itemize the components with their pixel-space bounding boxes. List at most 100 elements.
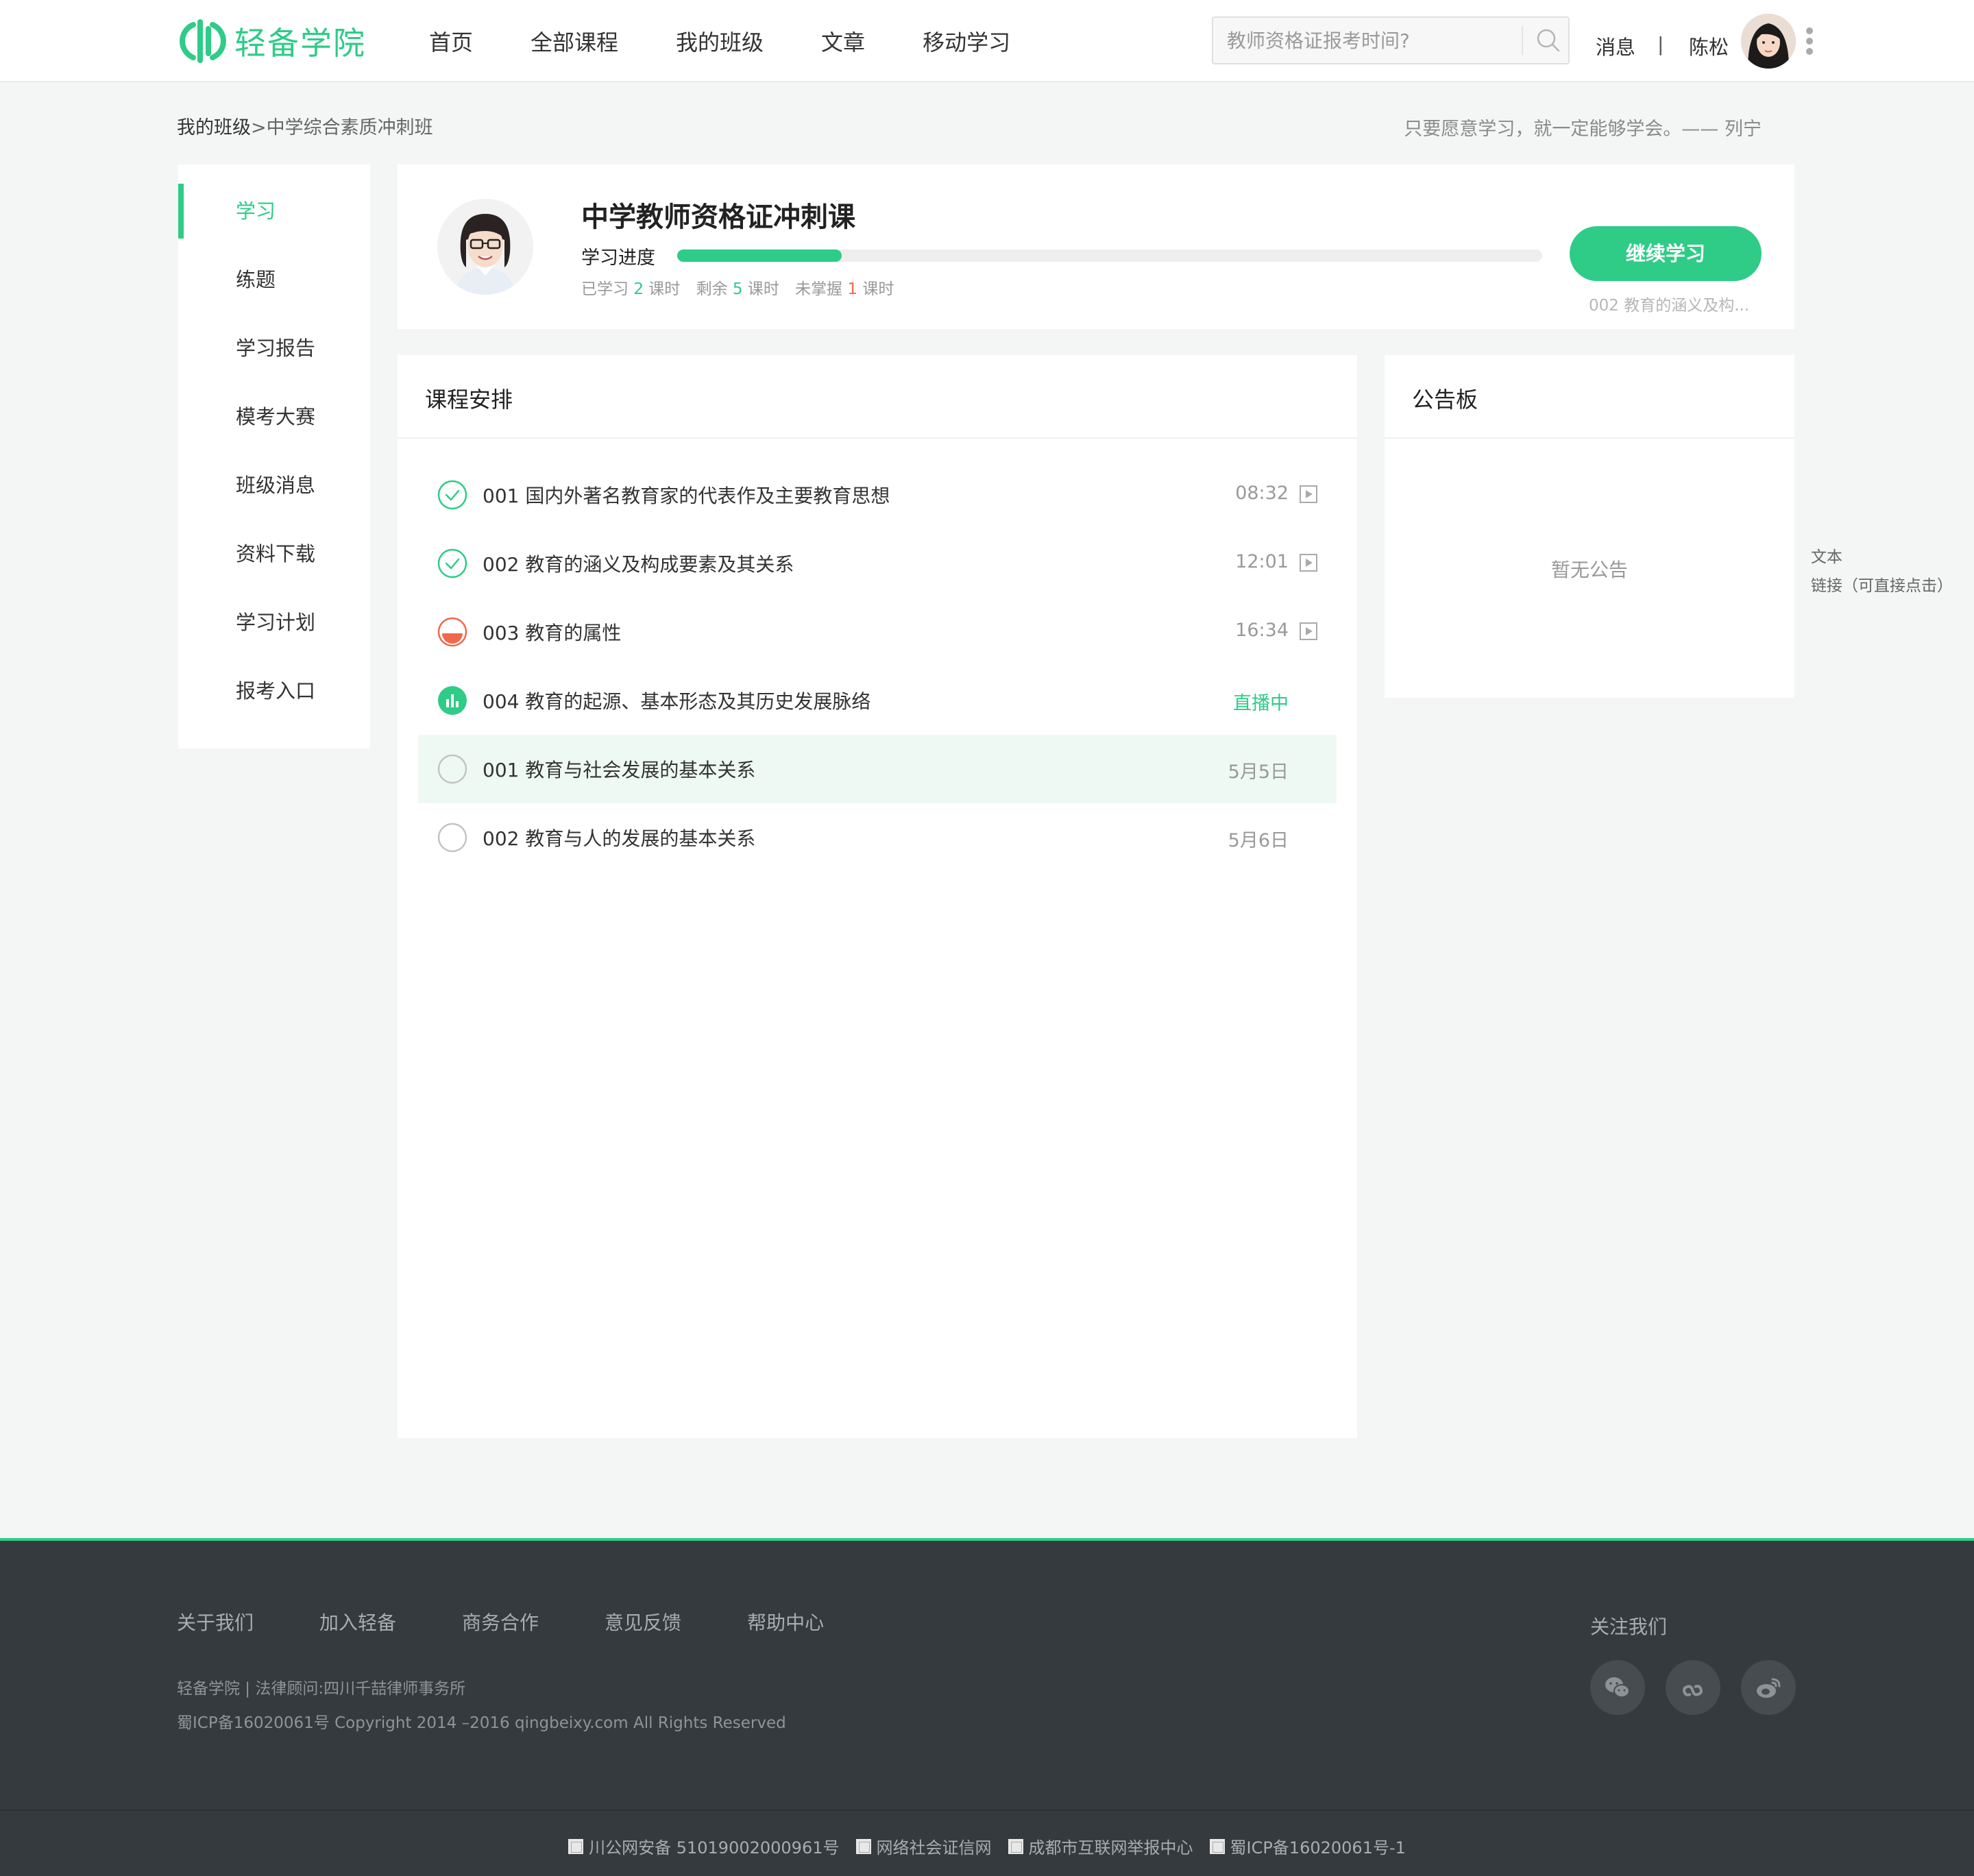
sidebar-item-study-plan[interactable]: 学习计划: [178, 588, 370, 657]
footer-legal-info: 轻备学院 | 法律顾问:四川千喆律师事务所: [177, 1680, 466, 1698]
nav-articles[interactable]: 文章: [821, 25, 865, 57]
footer-badges: 川公网安备 51019002000961号 网络社会证信网 成都市互联网举报中心…: [0, 1834, 1974, 1858]
progress-fill: [677, 249, 842, 262]
annotation-link[interactable]: 链接（可直接点击）: [1811, 572, 1953, 600]
miniprogram-button[interactable]: [1666, 1660, 1720, 1715]
page-footer: 关于我们 加入轻备 商务合作 意见反馈 帮助中心 轻备学院 | 法律顾问:四川千…: [0, 1538, 1974, 1876]
play-icon[interactable]: [1300, 554, 1317, 572]
lesson-title: 004 教育的起源、基本形态及其历史发展脉络: [483, 690, 871, 713]
teacher-avatar-image: [437, 199, 533, 295]
messages-link[interactable]: 消息: [1596, 32, 1635, 60]
search-input[interactable]: [1227, 18, 1501, 63]
badge-label: 成都市互联网举报中心: [1028, 1838, 1193, 1857]
lesson-duration: 12:01: [1235, 551, 1289, 572]
stat-remain-unit: 课时: [747, 280, 779, 298]
stat-weak-unit: 课时: [862, 280, 894, 298]
footer-link-help[interactable]: 帮助中心: [747, 1608, 824, 1635]
play-icon[interactable]: [1300, 622, 1317, 640]
username[interactable]: 陈松: [1689, 32, 1729, 60]
lesson-row[interactable]: 003 教育的属性 16:34: [418, 598, 1337, 666]
completed-check-icon: [437, 480, 467, 510]
footer-badge[interactable]: 川公网安备 51019002000961号: [568, 1834, 840, 1858]
play-icon[interactable]: [1300, 485, 1317, 503]
sidebar-item-mock-exam[interactable]: 模考大赛: [178, 382, 370, 451]
notice-divider: [1385, 437, 1794, 439]
footer-badge[interactable]: 网络社会证信网: [855, 1834, 992, 1858]
brand-logo[interactable]: 轻备学院: [178, 19, 366, 63]
breadcrumb-current: 中学综合素质冲刺班: [266, 117, 433, 138]
footer-links: 关于我们 加入轻备 商务合作 意见反馈 帮助中心: [177, 1608, 890, 1635]
footer-badge[interactable]: 蜀ICP备16020061号-1: [1209, 1834, 1406, 1858]
more-menu-icon[interactable]: [1801, 25, 1818, 58]
continue-lesson-hint[interactable]: 002 教育的涵义及构...: [1589, 292, 1749, 315]
stat-weak-count: 1: [847, 280, 858, 298]
not-started-circle-icon: [437, 754, 467, 784]
sidebar-item-downloads[interactable]: 资料下载: [178, 520, 370, 588]
badge-icon: [1209, 1838, 1225, 1854]
nav-all-courses[interactable]: 全部课程: [531, 25, 618, 57]
breadcrumb-home[interactable]: 我的班级: [177, 117, 251, 138]
lesson-title: 001 教育与社会发展的基本关系: [483, 759, 756, 781]
sidebar-item-study[interactable]: 学习: [178, 177, 370, 245]
lesson-title: 002 教育与人的发展的基本关系: [483, 827, 756, 850]
follow-us-title: 关注我们: [1590, 1616, 1668, 1638]
badge-label: 川公网安备 51019002000961号: [589, 1838, 840, 1857]
annotation-note: 文本 链接（可直接点击）: [1811, 543, 1953, 600]
badge-label: 网络社会证信网: [876, 1838, 992, 1857]
lesson-date: 5月5日: [1228, 762, 1289, 783]
lesson-row[interactable]: 002 教育与人的发展的基本关系 5月6日: [418, 803, 1337, 872]
lesson-row[interactable]: 001 国内外著名教育家的代表作及主要教育思想 08:32: [418, 461, 1337, 529]
lesson-row[interactable]: 004 教育的起源、基本形态及其历史发展脉络 直播中: [418, 666, 1337, 735]
sidebar-item-registration[interactable]: 报考入口: [178, 657, 370, 725]
motto-quote: 只要愿意学习，就一定能够学会。—— 列宁: [1404, 119, 1762, 140]
sidebar-item-report[interactable]: 学习报告: [178, 314, 370, 382]
user-avatar-image: [1741, 14, 1796, 69]
footer-link-join[interactable]: 加入轻备: [319, 1608, 396, 1635]
user-avatar[interactable]: [1741, 14, 1796, 69]
nav-mobile-learning[interactable]: 移动学习: [923, 25, 1010, 57]
footer-link-about[interactable]: 关于我们: [177, 1608, 254, 1635]
lesson-title: 003 教育的属性: [483, 622, 622, 644]
sidebar-item-practice[interactable]: 练题: [178, 245, 370, 314]
schedule-title: 课程安排: [425, 387, 513, 413]
progress-bar: [677, 249, 1542, 262]
notice-title: 公告板: [1412, 387, 1478, 413]
stat-remain-label: 剩余: [696, 280, 728, 298]
weibo-button[interactable]: [1741, 1660, 1796, 1715]
lesson-row[interactable]: 001 教育与社会发展的基本关系 5月5日: [418, 735, 1337, 803]
lesson-date: 5月6日: [1228, 830, 1289, 851]
breadcrumb: 我的班级>中学综合素质冲刺班: [177, 112, 433, 139]
notice-board-panel: 公告板 暂无公告: [1385, 355, 1794, 698]
footer-link-business[interactable]: 商务合作: [462, 1608, 539, 1635]
annotation-text: 文本: [1811, 548, 1842, 566]
stat-learned-label: 已学习: [581, 280, 629, 298]
stat-weak-label: 未掌握: [795, 280, 843, 298]
search-box: [1212, 16, 1570, 64]
nav-my-class[interactable]: 我的班级: [676, 25, 764, 57]
top-header: 轻备学院 首页 全部课程 我的班级 文章 移动学习 消息 | 陈松: [0, 0, 1974, 82]
wechat-button[interactable]: [1590, 1660, 1645, 1715]
header-separator: |: [1657, 33, 1664, 56]
teacher-avatar: [437, 199, 533, 295]
lesson-row[interactable]: 002 教育的涵义及构成要素及其关系 12:01: [418, 529, 1337, 598]
continue-learning-button[interactable]: 继续学习: [1570, 226, 1762, 281]
class-sidebar: 学习 练题 学习报告 模考大赛 班级消息 资料下载 学习计划 报考入口: [178, 165, 370, 748]
sidebar-item-class-messages[interactable]: 班级消息: [178, 451, 370, 520]
course-schedule-panel: 课程安排 001 国内外著名教育家的代表作及主要教育思想 08:32 002 教…: [398, 355, 1357, 1438]
nav-home[interactable]: 首页: [429, 25, 473, 57]
footer-link-feedback[interactable]: 意见反馈: [605, 1608, 681, 1635]
footer-divider: [0, 1810, 1974, 1811]
brand-name: 轻备学院: [234, 25, 366, 62]
breadcrumb-separator: >: [251, 117, 267, 138]
stat-learned-count: 2: [633, 280, 644, 298]
badge-icon: [1008, 1838, 1023, 1854]
search-icon[interactable]: [1533, 25, 1564, 56]
badge-icon: [568, 1838, 584, 1854]
footer-badge[interactable]: 成都市互联网举报中心: [1008, 1834, 1193, 1858]
course-title: 中学教师资格证冲刺课: [581, 202, 855, 233]
weibo-icon: [1757, 1678, 1781, 1698]
schedule-divider: [398, 437, 1357, 439]
lesson-title: 002 教育的涵义及构成要素及其关系: [483, 553, 794, 576]
search-divider: [1522, 26, 1523, 55]
logo-mark-icon: [180, 19, 226, 63]
